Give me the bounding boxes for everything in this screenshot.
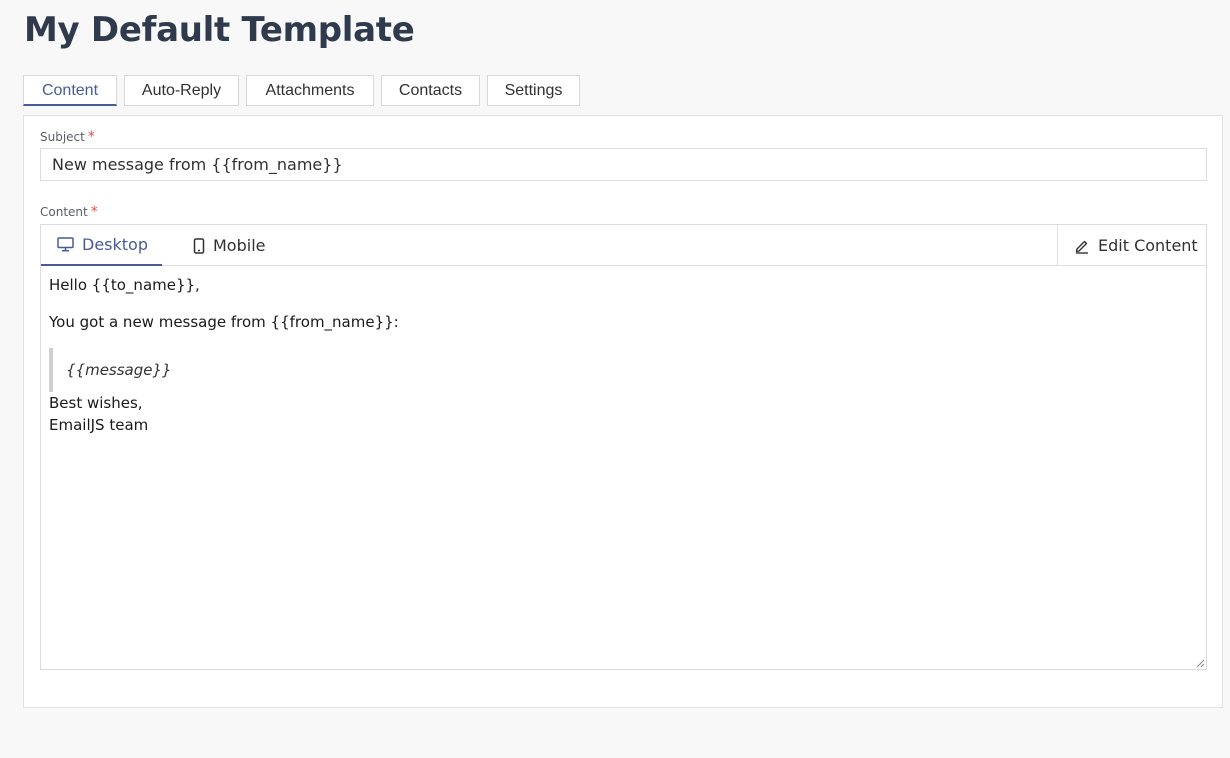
tab-settings[interactable]: Settings	[487, 75, 580, 106]
desktop-label: Desktop	[82, 234, 148, 254]
page-title: My Default Template	[24, 10, 415, 50]
editor-view-tabs: Desktop Mobile Edit Content	[41, 225, 1206, 266]
monitor-icon	[57, 237, 74, 252]
message-placeholder: {{message}}	[66, 361, 172, 379]
pencil-icon	[1075, 240, 1088, 254]
mobile-label: Mobile	[213, 235, 266, 255]
greeting-line: Hello {{to_name}},	[49, 276, 200, 294]
smartphone-icon	[193, 237, 205, 254]
tab-auto-reply[interactable]: Auto-Reply	[124, 75, 239, 106]
content-panel: Subject* Content* Desktop Mobile	[23, 115, 1223, 708]
signature-line: EmailJS team	[49, 416, 149, 434]
tab-attachments[interactable]: Attachments	[246, 75, 374, 106]
template-tabs: Content Auto-Reply Attachments Contacts …	[23, 75, 587, 107]
subject-label: Subject *	[40, 129, 95, 145]
required-mark: *	[87, 129, 95, 145]
resize-handle-icon[interactable]	[1196, 659, 1205, 668]
content-editor: Desktop Mobile Edit Content Hello {{to_n…	[40, 224, 1207, 670]
closing-line: Best wishes,	[49, 394, 143, 412]
edit-content-label: Edit Content	[1098, 235, 1198, 255]
subject-input[interactable]	[40, 148, 1207, 181]
content-label-text: Content	[40, 205, 88, 219]
intro-line: You got a new message from {{from_name}}…	[49, 313, 399, 331]
tab-mobile-view[interactable]: Mobile	[191, 225, 265, 266]
tab-desktop-view[interactable]: Desktop	[41, 225, 162, 266]
subject-label-text: Subject	[40, 130, 85, 144]
tab-contacts[interactable]: Contacts	[381, 75, 480, 106]
edit-content-button[interactable]: Edit Content	[1057, 225, 1206, 266]
required-mark: *	[90, 204, 98, 220]
email-preview: Hello {{to_name}}, You got a new message…	[41, 266, 1206, 444]
message-quote: {{message}}	[49, 348, 1198, 392]
tab-content[interactable]: Content	[23, 75, 117, 106]
content-label: Content *	[40, 204, 98, 220]
